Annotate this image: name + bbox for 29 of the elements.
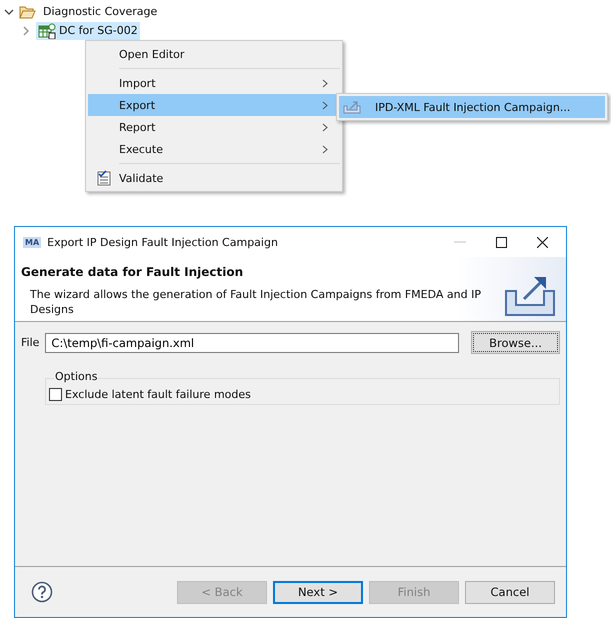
group-title: Options [54, 370, 98, 383]
window-title: Export IP Design Fault Injection Campaign [47, 236, 279, 248]
collapse-chevron-icon[interactable] [4, 6, 14, 16]
menu-item[interactable]: IPD-XML Fault Injection Campaign... [339, 96, 605, 118]
tree-item[interactable]: Diagnostic Coverage [41, 4, 160, 19]
file-path-field[interactable]: C:\temp\fi-campaign.xml [45, 332, 459, 352]
expand-chevron-icon[interactable] [21, 26, 31, 36]
menu-item[interactable]: Import [88, 72, 340, 94]
wizard-description: The wizard allows the generation of Fault Injection Campaigns from FMEDA and IP Designs [29, 287, 482, 317]
export-icon [343, 100, 361, 114]
file-label: File [21, 336, 40, 349]
app-logo: MA [23, 236, 42, 248]
menu-item[interactable]: Validate [88, 167, 340, 189]
menu-item[interactable]: Report [88, 116, 340, 138]
tree-item[interactable]: DC for SG-002 [36, 22, 140, 40]
close-icon[interactable] [537, 236, 548, 248]
maximize-icon[interactable] [496, 236, 507, 248]
menu-item[interactable]: Execute [88, 138, 340, 160]
folder-icon [19, 4, 36, 18]
wizard-heading: Generate data for Fault Injection [21, 265, 244, 279]
help-icon[interactable] [31, 581, 53, 603]
checkbox[interactable] [49, 388, 62, 401]
wizard-button[interactable]: Cancel [465, 580, 555, 604]
checklist-icon [96, 170, 110, 186]
browse-button[interactable]: Browse... [471, 331, 560, 354]
menu-item[interactable]: Open Editor [88, 43, 340, 65]
table-icon [38, 22, 56, 38]
checkbox-label[interactable]: Exclude latent fault failure modes [65, 388, 251, 401]
wizard-button[interactable]: Next > [273, 580, 363, 604]
